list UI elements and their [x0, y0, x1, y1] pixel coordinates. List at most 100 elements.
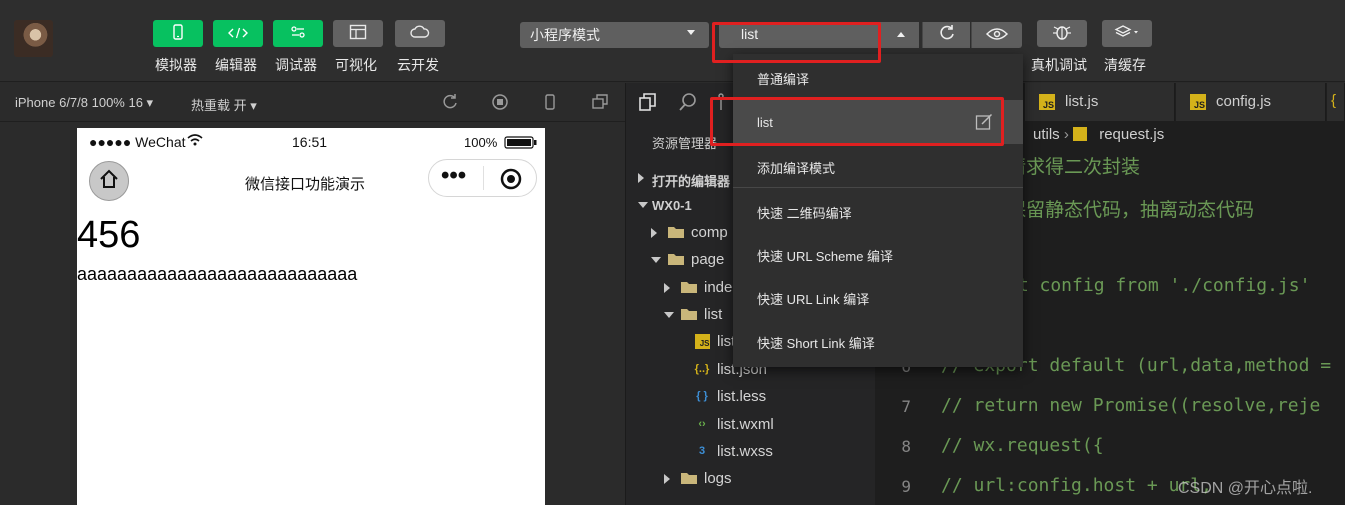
- folder-open-icon: [680, 306, 698, 322]
- breadcrumb-file[interactable]: request.js: [1099, 126, 1164, 143]
- js-file-icon: JS: [1190, 94, 1206, 110]
- js-file-icon: [1073, 127, 1088, 141]
- editor-label: 编辑器: [215, 57, 257, 73]
- mode-select[interactable]: 小程序模式: [520, 22, 709, 48]
- comment-line: 保留静态代码，抽离动态代码: [1007, 200, 1255, 221]
- home-button[interactable]: [89, 161, 129, 201]
- breadcrumb-folder[interactable]: utils: [1033, 126, 1060, 143]
- line-number: 9: [901, 477, 911, 496]
- remote-debug-button[interactable]: [1037, 20, 1087, 47]
- files-icon[interactable]: [638, 92, 658, 117]
- cloud-label: 云开发: [397, 57, 439, 73]
- js-file-icon: JS: [693, 333, 711, 349]
- less-file-icon: { }: [696, 390, 708, 403]
- layers-icon: [1114, 24, 1140, 44]
- close-miniprogram-button[interactable]: [499, 167, 523, 196]
- status-battery: 100%: [464, 135, 498, 150]
- chevron-right-icon: [638, 173, 644, 183]
- line-text: // wx.request({: [941, 435, 1104, 456]
- status-bar: ●●●●● WeChat 16:51 100%: [77, 128, 545, 156]
- json-file-icon: {..}: [694, 362, 710, 375]
- tab-label: list.js: [1065, 93, 1099, 110]
- tab-config-js[interactable]: JS config.js: [1176, 83, 1326, 121]
- status-carrier: ●●●●● WeChat: [89, 134, 186, 150]
- windows-icon[interactable]: [591, 93, 609, 111]
- search-icon[interactable]: [678, 92, 698, 117]
- clear-cache-button[interactable]: [1102, 20, 1152, 47]
- phone-screen: ●●●●● WeChat 16:51 100% 微信接口功能演示 ••• 456…: [77, 128, 545, 505]
- top-toolbar: 模拟器 编辑器 调试器 可视化 云开发 小程序模式 list 真机调试 清缓存: [0, 0, 1345, 82]
- code-line: 7 // return new Promise((resolve,reje: [875, 387, 1345, 427]
- capsule-menu: •••: [428, 159, 537, 197]
- layout-icon: [349, 24, 367, 44]
- debugger-button[interactable]: [273, 20, 323, 47]
- battery-icon: [504, 136, 538, 152]
- editor-button[interactable]: [213, 20, 263, 47]
- breadcrumb-chevron-icon: ›: [1063, 126, 1074, 143]
- visual-button[interactable]: [333, 20, 383, 47]
- chevron-down-icon: [687, 30, 695, 35]
- more-button[interactable]: •••: [441, 164, 466, 188]
- tree-item[interactable]: { } list.less: [626, 384, 876, 410]
- tree-item-label: WX0-1: [652, 198, 692, 214]
- cloud-button[interactable]: [395, 20, 445, 47]
- number-text: 456: [77, 214, 141, 256]
- mode-select-value: 小程序模式: [530, 27, 600, 43]
- stop-icon[interactable]: [491, 93, 509, 111]
- menu-item-url-scheme-compile[interactable]: 快速 URL Scheme 编译: [733, 231, 1023, 275]
- hot-reload-label: 热重载 开: [191, 98, 247, 113]
- menu-item-label: 快速 URL Link 编译: [757, 292, 870, 307]
- tree-item[interactable]: logs: [626, 466, 876, 492]
- simulator-button[interactable]: [153, 20, 203, 47]
- capsule-divider: [483, 166, 484, 190]
- highlight-box: [712, 22, 881, 63]
- avatar[interactable]: [14, 20, 53, 57]
- menu-item-label: 快速 URL Scheme 编译: [757, 249, 894, 264]
- refresh-button[interactable]: [922, 22, 970, 48]
- chevron-right-icon: [651, 227, 657, 238]
- folder-icon: [680, 470, 698, 486]
- tab-label: config.js: [1216, 93, 1272, 110]
- tree-item-label: 打开的编辑器: [652, 174, 731, 189]
- reload-icon[interactable]: [441, 93, 459, 111]
- comment-line: 请求得二次封装: [1007, 157, 1141, 178]
- folder-icon: [680, 279, 698, 295]
- js-file-icon: JS: [1039, 94, 1055, 110]
- folder-icon: [667, 224, 685, 240]
- line-number: 8: [901, 437, 911, 456]
- tab-overflow[interactable]: {: [1327, 83, 1345, 121]
- preview-button[interactable]: [971, 22, 1022, 48]
- menu-item-label: 添加编译模式: [757, 161, 836, 176]
- chevron-down-icon: [651, 257, 661, 264]
- menu-item-url-link-compile[interactable]: 快速 URL Link 编译: [733, 274, 1023, 318]
- menu-item-label: 快速 Short Link 编译: [757, 336, 875, 351]
- simulator-label: 模拟器: [155, 57, 197, 73]
- hot-reload-toggle[interactable]: 热重载 开 ▾: [191, 95, 257, 114]
- debugger-label: 调试器: [275, 57, 317, 73]
- remote-debug-label: 真机调试: [1031, 57, 1087, 73]
- menu-item-short-link-compile[interactable]: 快速 Short Link 编译: [733, 318, 1023, 362]
- device-icon[interactable]: [541, 93, 559, 111]
- chevron-up-icon: [897, 32, 905, 37]
- navigation-bar: 微信接口功能演示 •••: [77, 156, 545, 206]
- watermark: CSDN @开心点啦.: [1178, 480, 1313, 497]
- eye-icon: [985, 26, 1009, 45]
- tree-item[interactable]: ‹› list.wxml: [626, 412, 876, 438]
- chevron-right-icon: [664, 474, 670, 485]
- wxml-file-icon: ‹›: [698, 417, 706, 430]
- refresh-icon: [938, 24, 956, 46]
- tab-list-js[interactable]: JS list.js: [1025, 83, 1175, 121]
- breadcrumb: utils › request.js: [1033, 126, 1164, 143]
- bug-icon: [1052, 23, 1072, 45]
- tree-item-label: list: [704, 306, 723, 323]
- menu-item-add-compile-mode[interactable]: 添加编译模式: [733, 143, 1023, 187]
- menu-item-qrcode-compile[interactable]: 快速 二维码编译: [733, 188, 1023, 232]
- device-select[interactable]: iPhone 6/7/8 100% 16 ▾: [15, 95, 153, 111]
- page-title: 微信接口功能演示: [245, 176, 366, 193]
- line-text: // return new Promise((resolve,reje: [941, 395, 1321, 416]
- device-select-label: iPhone 6/7/8 100% 16: [15, 95, 143, 110]
- explorer-title: 资源管理器: [652, 136, 718, 151]
- cloud-icon: [410, 24, 430, 43]
- simulator-toolbar: iPhone 6/7/8 100% 16 ▾ 热重载 开 ▾: [0, 83, 625, 122]
- tree-item[interactable]: 3 list.wxss: [626, 439, 876, 465]
